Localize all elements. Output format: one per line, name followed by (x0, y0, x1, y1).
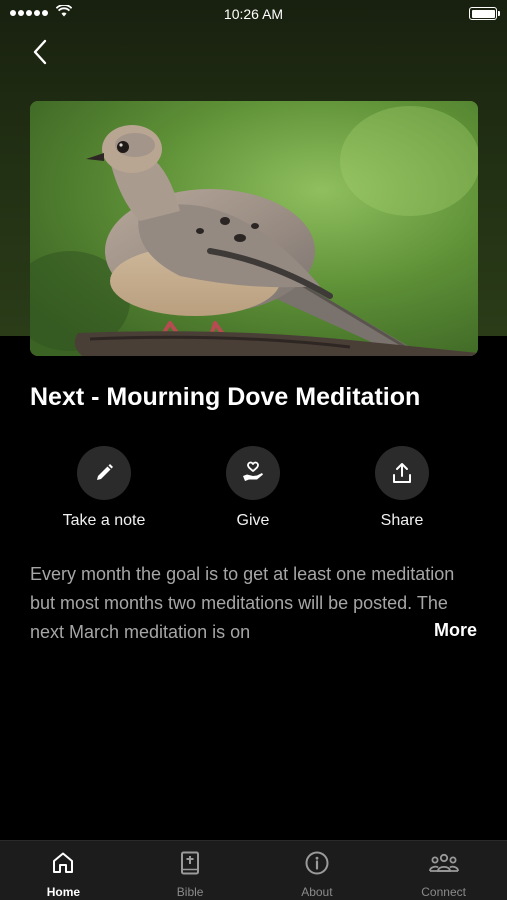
share-icon-circle (375, 446, 429, 500)
give-icon-circle (226, 446, 280, 500)
page-title: Next - Mourning Dove Meditation (30, 383, 421, 411)
tab-connect[interactable]: Connect (380, 841, 507, 900)
share-button[interactable]: Share (342, 446, 462, 530)
people-icon (428, 853, 459, 872)
take-note-icon-circle (77, 446, 131, 500)
battery-icon (469, 7, 500, 20)
status-time: 10:26 AM (223, 6, 284, 22)
status-bar: 10:26 AM (0, 0, 507, 28)
tab-about[interactable]: About (254, 841, 381, 900)
home-icon (53, 852, 74, 873)
info-icon (305, 851, 329, 875)
tab-bible[interactable]: Bible (127, 841, 254, 900)
hero-image (30, 101, 478, 356)
give-label: Give (236, 512, 270, 529)
tab-about-label: About (301, 885, 333, 899)
share-icon (393, 463, 411, 483)
back-button[interactable] (26, 36, 56, 68)
mourning-dove-photo (30, 101, 478, 356)
bible-icon (181, 851, 200, 875)
tab-home-label: Home (46, 885, 81, 899)
more-link[interactable]: More (429, 620, 477, 641)
description-fade (380, 618, 430, 648)
share-label: Share (380, 512, 424, 529)
take-note-button[interactable]: Take a note (44, 446, 164, 530)
chevron-left-icon (33, 39, 47, 65)
tab-bible-label: Bible (176, 885, 204, 899)
tab-home[interactable]: Home (0, 841, 127, 900)
tab-connect-label: Connect (421, 885, 466, 899)
take-note-label: Take a note (62, 512, 146, 529)
give-button[interactable]: Give (193, 446, 313, 530)
pencil-icon (97, 464, 113, 480)
hand-heart-icon (243, 461, 263, 481)
tab-bar: Home Bible About Connect (0, 840, 507, 900)
